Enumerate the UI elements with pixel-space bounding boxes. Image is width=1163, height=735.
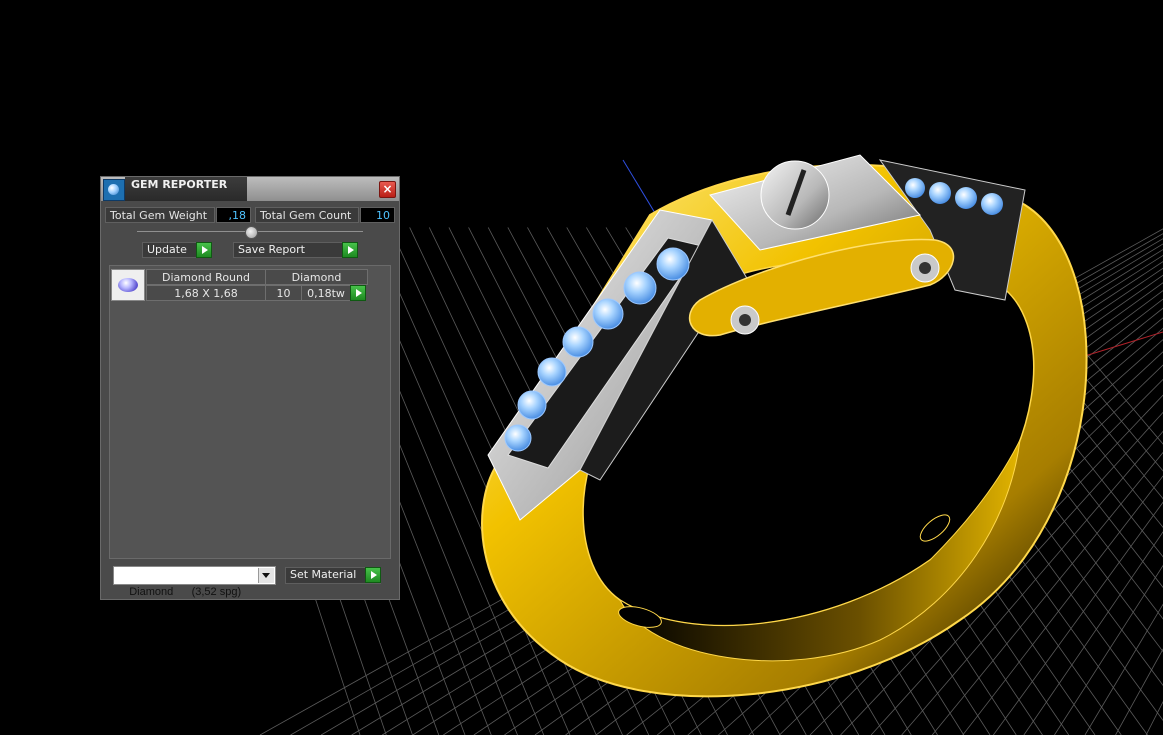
gem-count-cell: 10 [265,285,302,301]
rivet-right-center [919,262,931,274]
gem-material-header: Diamond [265,269,368,285]
material-selected-value: Diamond (3,52 spg) [129,586,242,598]
material-dropdown[interactable]: Diamond (3,52 spg) [113,566,276,598]
gem-weight-cell: 0,18tw [301,285,351,301]
close-icon[interactable]: × [379,181,396,198]
title-bar[interactable]: GEM REPORTER × [101,177,399,201]
save-report-button-label: Save Report [238,243,305,256]
window-title: GEM REPORTER [125,177,247,201]
diamond-gem-icon [111,269,145,301]
total-gem-weight-value: ,18 [216,207,251,223]
total-gem-weight-label: Total Gem Weight [105,207,215,223]
total-gem-count-label: Total Gem Count [255,207,359,223]
gem-reporter-app-icon [103,179,125,201]
splitter-handle[interactable] [245,226,258,239]
dropdown-arrow-icon[interactable] [258,568,274,583]
set-material-button[interactable]: Set Material [285,567,381,584]
gem-size-cell: 1,68 X 1,68 [146,285,266,301]
total-gem-count-value: 10 [360,207,395,223]
list-item[interactable]: Diamond Round Diamond 1,68 X 1,68 10 0,1… [110,266,390,306]
update-button-label: Update [147,243,187,256]
gem-shape-header: Diamond Round [146,269,266,285]
gem-list: Diamond Round Diamond 1,68 X 1,68 10 0,1… [109,265,391,559]
play-icon [365,567,381,583]
gem-reporter-window: GEM REPORTER × Total Gem Weight ,18 Tota… [100,176,400,600]
rivet-left-center [739,314,751,326]
update-button[interactable]: Update [142,242,212,258]
ring-model[interactable] [481,154,1088,698]
play-icon [342,242,358,258]
set-material-button-label: Set Material [290,568,357,581]
play-icon[interactable] [350,285,366,301]
save-report-button[interactable]: Save Report [233,242,358,258]
play-icon [196,242,212,258]
